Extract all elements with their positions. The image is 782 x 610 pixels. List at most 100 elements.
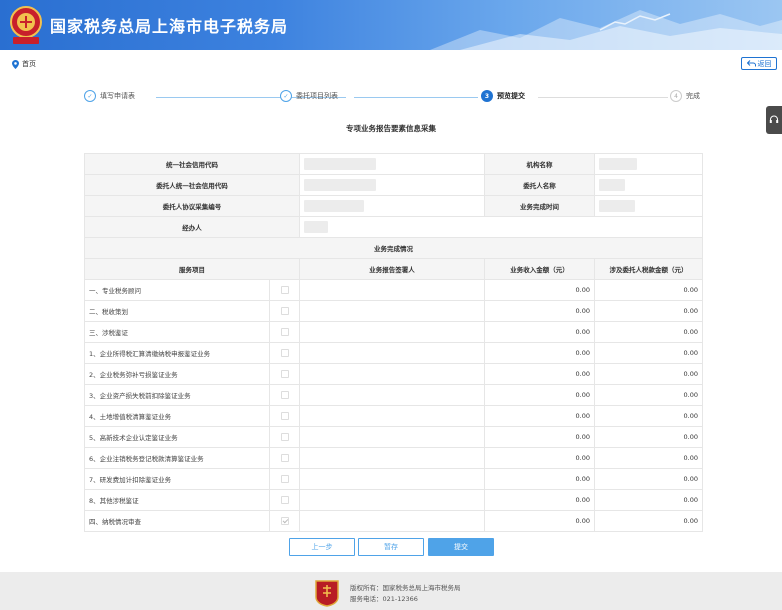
back-button[interactable]: 返回	[741, 57, 777, 70]
table-row: 4、土地增值税清算鉴证业务 0.00 0.00	[84, 405, 703, 427]
tax-amount: 0.00	[594, 468, 703, 490]
report-signer-cell	[299, 426, 485, 448]
org-name-value	[594, 153, 703, 175]
income-amount: 0.00	[484, 384, 595, 406]
info-row: 委托人协议采集编号 业务完成时间	[84, 195, 703, 217]
row-checkbox[interactable]	[280, 433, 289, 441]
row-checkbox-cell	[269, 489, 300, 511]
income-amount: 0.00	[484, 447, 595, 469]
completion-time-value	[594, 195, 703, 217]
home-link[interactable]: 首页	[12, 59, 36, 69]
step-connector	[538, 97, 668, 98]
row-checkbox[interactable]	[280, 370, 289, 378]
step-connector	[354, 97, 478, 98]
step-fill-application: ✓ 填写申请表	[84, 90, 135, 102]
org-name-label: 机构名称	[484, 153, 595, 175]
row-checkbox-cell	[269, 447, 300, 469]
report-signer-cell	[299, 510, 485, 532]
row-checkbox[interactable]	[280, 391, 289, 399]
section-title: 业务完成情况	[84, 237, 703, 259]
row-checkbox[interactable]	[280, 286, 289, 294]
report-signer-cell	[299, 300, 485, 322]
row-checkbox[interactable]	[280, 454, 289, 462]
row-checkbox[interactable]	[280, 496, 289, 504]
service-item-label: 三、涉税鉴证	[84, 321, 270, 343]
credit-code-value	[299, 153, 485, 175]
tax-amount: 0.00	[594, 447, 703, 469]
col-service-item: 服务项目	[84, 258, 300, 280]
section-row: 业务完成情况	[84, 237, 703, 259]
table-row: 一、专业税务顾问 0.00 0.00	[84, 279, 703, 301]
tax-amount: 0.00	[594, 426, 703, 448]
step-number: 4	[670, 90, 682, 102]
prev-step-button[interactable]: 上一步	[289, 538, 355, 556]
save-draft-button[interactable]: 暂存	[358, 538, 424, 556]
service-item-label: 一、专业税务顾问	[84, 279, 270, 301]
row-checkbox[interactable]	[280, 328, 289, 336]
income-amount: 0.00	[484, 468, 595, 490]
row-checkbox-cell	[269, 510, 300, 532]
handler-label: 经办人	[84, 216, 300, 238]
row-checkbox[interactable]	[280, 475, 289, 483]
service-item-label: 4、土地增值税清算鉴证业务	[84, 405, 270, 427]
copyright-text: 版权所有：国家税务总局上海市税务局	[350, 584, 461, 592]
check-icon: ✓	[280, 90, 292, 102]
row-checkbox[interactable]	[280, 349, 289, 357]
income-amount: 0.00	[484, 363, 595, 385]
service-item-label: 8、其他涉税鉴证	[84, 489, 270, 511]
info-row: 经办人	[84, 216, 703, 238]
agreement-no-label: 委托人协议采集编号	[84, 195, 300, 217]
report-signer-cell	[299, 342, 485, 364]
tax-amount: 0.00	[594, 321, 703, 343]
col-tax-amount: 涉及委托人税款金额（元）	[594, 258, 703, 280]
report-signer-cell	[299, 489, 485, 511]
tax-amount: 0.00	[594, 363, 703, 385]
row-checkbox-cell	[269, 279, 300, 301]
progress-steps: ✓ 填写申请表 ✓ 委托项目列表 3 预览提交 4 完成	[84, 90, 702, 106]
column-header-row: 服务项目 业务报告签署人 业务收入金额（元） 涉及委托人税款金额（元）	[84, 258, 703, 280]
row-checkbox-cell	[269, 384, 300, 406]
row-checkbox-cell	[269, 363, 300, 385]
row-checkbox[interactable]	[280, 412, 289, 420]
check-icon: ✓	[84, 90, 96, 102]
step-label: 预览提交	[497, 92, 525, 100]
table-row: 8、其他涉税鉴证 0.00 0.00	[84, 489, 703, 511]
income-amount: 0.00	[484, 489, 595, 511]
footer: 版权所有：国家税务总局上海市税务局 服务电话：021-12366	[0, 572, 782, 610]
site-title: 国家税务总局上海市电子税务局	[50, 17, 289, 36]
row-checkbox-cell	[269, 300, 300, 322]
tax-amount: 0.00	[594, 489, 703, 511]
table-row: 5、高新技术企业认定鉴证业务 0.00 0.00	[84, 426, 703, 448]
tax-emblem-icon	[10, 6, 42, 44]
service-item-label: 3、企业资产损失税前扣除鉴证业务	[84, 384, 270, 406]
step-project-list: ✓ 委托项目列表	[280, 90, 338, 102]
back-label: 返回	[757, 59, 772, 68]
tax-bureau-logo-icon	[315, 580, 339, 607]
step-label: 完成	[686, 92, 700, 100]
income-amount: 0.00	[484, 279, 595, 301]
table-row: 三、涉税鉴证 0.00 0.00	[84, 321, 703, 343]
tax-amount: 0.00	[594, 510, 703, 532]
client-credit-code-label: 委托人统一社会信用代码	[84, 174, 300, 196]
submit-button[interactable]: 提交	[428, 538, 494, 556]
hotline-text: 服务电话：021-12366	[350, 595, 418, 603]
step-label: 委托项目列表	[296, 92, 338, 100]
row-checkbox-cell	[269, 468, 300, 490]
top-bar: 首页 返回	[0, 52, 782, 74]
row-checkbox[interactable]	[280, 307, 289, 315]
service-item-label: 7、研发费加计扣除鉴证业务	[84, 468, 270, 490]
row-checkbox-cell	[269, 405, 300, 427]
income-amount: 0.00	[484, 342, 595, 364]
report-signer-cell	[299, 363, 485, 385]
report-signer-cell	[299, 468, 485, 490]
table-row: 二、税收策划 0.00 0.00	[84, 300, 703, 322]
info-row: 统一社会信用代码 机构名称	[84, 153, 703, 175]
income-amount: 0.00	[484, 405, 595, 427]
location-pin-icon	[12, 59, 19, 69]
income-amount: 0.00	[484, 426, 595, 448]
footer-text: 版权所有：国家税务总局上海市税务局 服务电话：021-12366	[350, 583, 461, 605]
handler-value	[299, 216, 703, 238]
report-signer-cell	[299, 405, 485, 427]
row-checkbox[interactable]	[280, 517, 289, 525]
form-title: 专项业务报告要素信息采集	[346, 124, 436, 133]
